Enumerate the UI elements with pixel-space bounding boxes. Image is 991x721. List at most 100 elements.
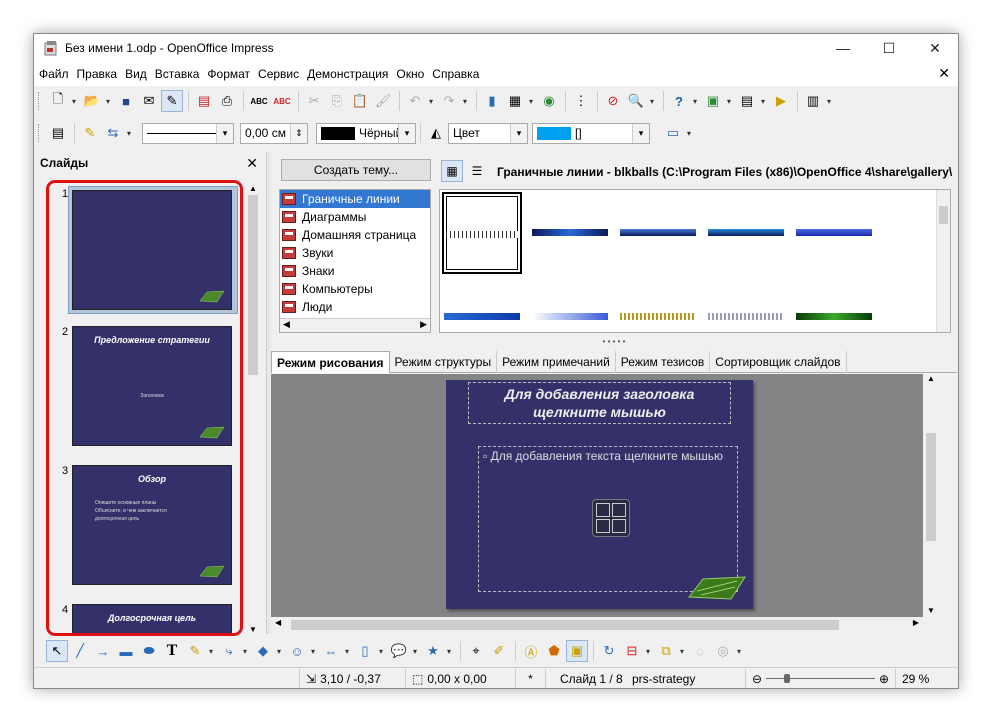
symbols-dropdown[interactable]: ▾ (309, 647, 317, 656)
arrow-dropdown[interactable]: ▾ (125, 129, 133, 138)
toolbar-grip[interactable] (38, 92, 41, 110)
shapes-dropdown[interactable]: ▾ (275, 647, 283, 656)
menu-edit[interactable]: Правка (77, 67, 118, 81)
menu-insert[interactable]: Вставка (155, 67, 200, 81)
save-icon[interactable]: ■ (115, 90, 137, 112)
presentation-icon[interactable]: ▥ (802, 90, 824, 112)
gallery-item[interactable] (618, 278, 698, 332)
glue-points-icon[interactable]: ✐ (488, 640, 510, 662)
flowchart-dropdown[interactable]: ▾ (377, 647, 385, 656)
theme-item[interactable]: Звуки (280, 244, 430, 262)
curve-icon[interactable]: ✎ (184, 640, 206, 662)
current-slide[interactable]: Для добавления заголовка щелкните мышью … (446, 380, 753, 609)
redo-dropdown[interactable]: ▾ (461, 97, 469, 106)
theme-item[interactable]: Люди (280, 298, 430, 316)
redo-icon[interactable]: ↷ (438, 90, 460, 112)
align-dropdown[interactable]: ▾ (644, 647, 652, 656)
line-tool-icon[interactable]: ╱ (69, 640, 91, 662)
theme-item[interactable]: Граничные линии (280, 190, 430, 208)
gallery-splitter-grip[interactable]: • • • • • (271, 337, 957, 349)
area-fill-icon[interactable]: ◭ (425, 122, 447, 144)
gallery-item[interactable] (706, 278, 786, 332)
table-dropdown[interactable]: ▾ (527, 97, 535, 106)
symbol-shapes-icon[interactable]: ☺ (286, 640, 308, 662)
arrow-style-icon[interactable]: ⇆ (102, 122, 124, 144)
gallery-item[interactable] (442, 278, 522, 332)
email-icon[interactable]: ✉ (138, 90, 160, 112)
insert-table-icon[interactable] (596, 503, 610, 517)
autospellcheck-icon[interactable]: ABC (271, 90, 293, 112)
theme-item[interactable]: Знаки (280, 262, 430, 280)
slide-design-icon[interactable]: ▤ (736, 90, 758, 112)
menu-file[interactable]: Файл (39, 67, 69, 81)
canvas-hscrollbar[interactable]: ◀ ▶ (271, 617, 939, 633)
toolbar-grip[interactable] (38, 124, 41, 142)
status-zoom[interactable]: 29 % (896, 669, 935, 689)
toolbar-more-icon[interactable]: ▾ (825, 97, 833, 106)
theme-list-hscroll[interactable]: ◀ ▶ (280, 318, 430, 332)
zoom-icon[interactable]: 🔍 (625, 90, 647, 112)
slide-show-icon[interactable]: ▶ (770, 90, 792, 112)
copy-icon[interactable]: ⎘ (326, 90, 348, 112)
line-width-field[interactable]: 0,00 см ⇕ (240, 122, 308, 144)
text-icon[interactable]: T (161, 640, 183, 662)
scroll-up-icon[interactable]: ▲ (245, 184, 261, 193)
theme-item[interactable]: Домашняя страница (280, 226, 430, 244)
menu-help[interactable]: Справка (432, 67, 479, 81)
flowchart-icon[interactable]: ▯ (354, 640, 376, 662)
tab-outline[interactable]: Режим структуры (390, 351, 498, 373)
line-color-select[interactable]: Чёрный ▾ (316, 122, 416, 144)
zoom-out-icon[interactable]: ⊖ (752, 672, 762, 686)
toolbar-more-icon[interactable]: ▾ (685, 129, 693, 138)
edit-file-icon[interactable]: ✎ (161, 90, 183, 112)
stars-dropdown[interactable]: ▾ (445, 647, 453, 656)
extrusion-icon[interactable]: ◌ (689, 640, 711, 662)
scroll-left-icon[interactable]: ◀ (275, 618, 281, 627)
navigator-icon[interactable]: ⊘ (602, 90, 624, 112)
cut-icon[interactable]: ✂ (303, 90, 325, 112)
tab-notes[interactable]: Режим примечаний (497, 351, 616, 373)
zoom-slider-track[interactable] (766, 674, 875, 683)
menu-window[interactable]: Окно (396, 67, 424, 81)
open-icon[interactable]: 📂 (81, 90, 103, 112)
undo-icon[interactable]: ↶ (404, 90, 426, 112)
tab-handout[interactable]: Режим тезисов (616, 351, 711, 373)
scroll-down-icon[interactable]: ▼ (923, 606, 939, 615)
scroll-left-icon[interactable]: ◀ (283, 319, 290, 332)
close-window-button[interactable]: ✕ (912, 34, 958, 62)
help-icon[interactable]: ? (668, 90, 690, 112)
detail-view-icon[interactable]: ☰ (466, 160, 488, 182)
canvas-vscrollbar[interactable]: ▲ ▼ (923, 374, 939, 617)
gallery-item[interactable] (442, 192, 522, 274)
gallery-item[interactable] (530, 192, 610, 274)
menu-slideshow[interactable]: Демонстрация (307, 67, 388, 81)
align-icon[interactable]: ⊟ (621, 640, 643, 662)
line-style-select[interactable]: ▾ (142, 122, 234, 144)
menu-format[interactable]: Формат (207, 67, 250, 81)
slides-scrollbar-thumb[interactable] (248, 195, 258, 375)
rectangle-icon[interactable]: ▬ (115, 640, 137, 662)
stars-icon[interactable]: ★ (422, 640, 444, 662)
arrange-icon[interactable]: ⧉ (655, 640, 677, 662)
maximize-button[interactable]: ☐ (866, 34, 912, 62)
layout-dropdown[interactable]: ▾ (725, 97, 733, 106)
arrange-dropdown[interactable]: ▾ (678, 647, 686, 656)
content-placeholder[interactable]: ▫ Для добавления текста щелкните мышью (478, 446, 738, 592)
scroll-down-icon[interactable]: ▼ (245, 625, 261, 634)
shadow-icon[interactable]: ▭ (662, 122, 684, 144)
gallery-toggle-icon[interactable]: ▣ (566, 640, 588, 662)
line-icon[interactable]: ✎ (79, 122, 101, 144)
canvas-vscrollbar-thumb[interactable] (926, 433, 936, 541)
gallery-item[interactable] (706, 192, 786, 274)
arrows-dropdown[interactable]: ▾ (343, 647, 351, 656)
area-color-select[interactable]: [] ▾ (532, 122, 650, 144)
menu-view[interactable]: Вид (125, 67, 147, 81)
gallery-scrollbar-thumb[interactable] (939, 206, 948, 224)
toolbar-more-icon[interactable]: ▾ (735, 647, 743, 656)
chart-icon[interactable]: ▮ (481, 90, 503, 112)
points-icon[interactable]: ⌖ (465, 640, 487, 662)
slides-scrollbar[interactable]: ▲ ▼ (245, 184, 261, 634)
connector-icon[interactable]: ⤷ (218, 640, 240, 662)
canvas-hscrollbar-thumb[interactable] (291, 620, 839, 630)
scroll-up-icon[interactable]: ▲ (923, 374, 939, 383)
